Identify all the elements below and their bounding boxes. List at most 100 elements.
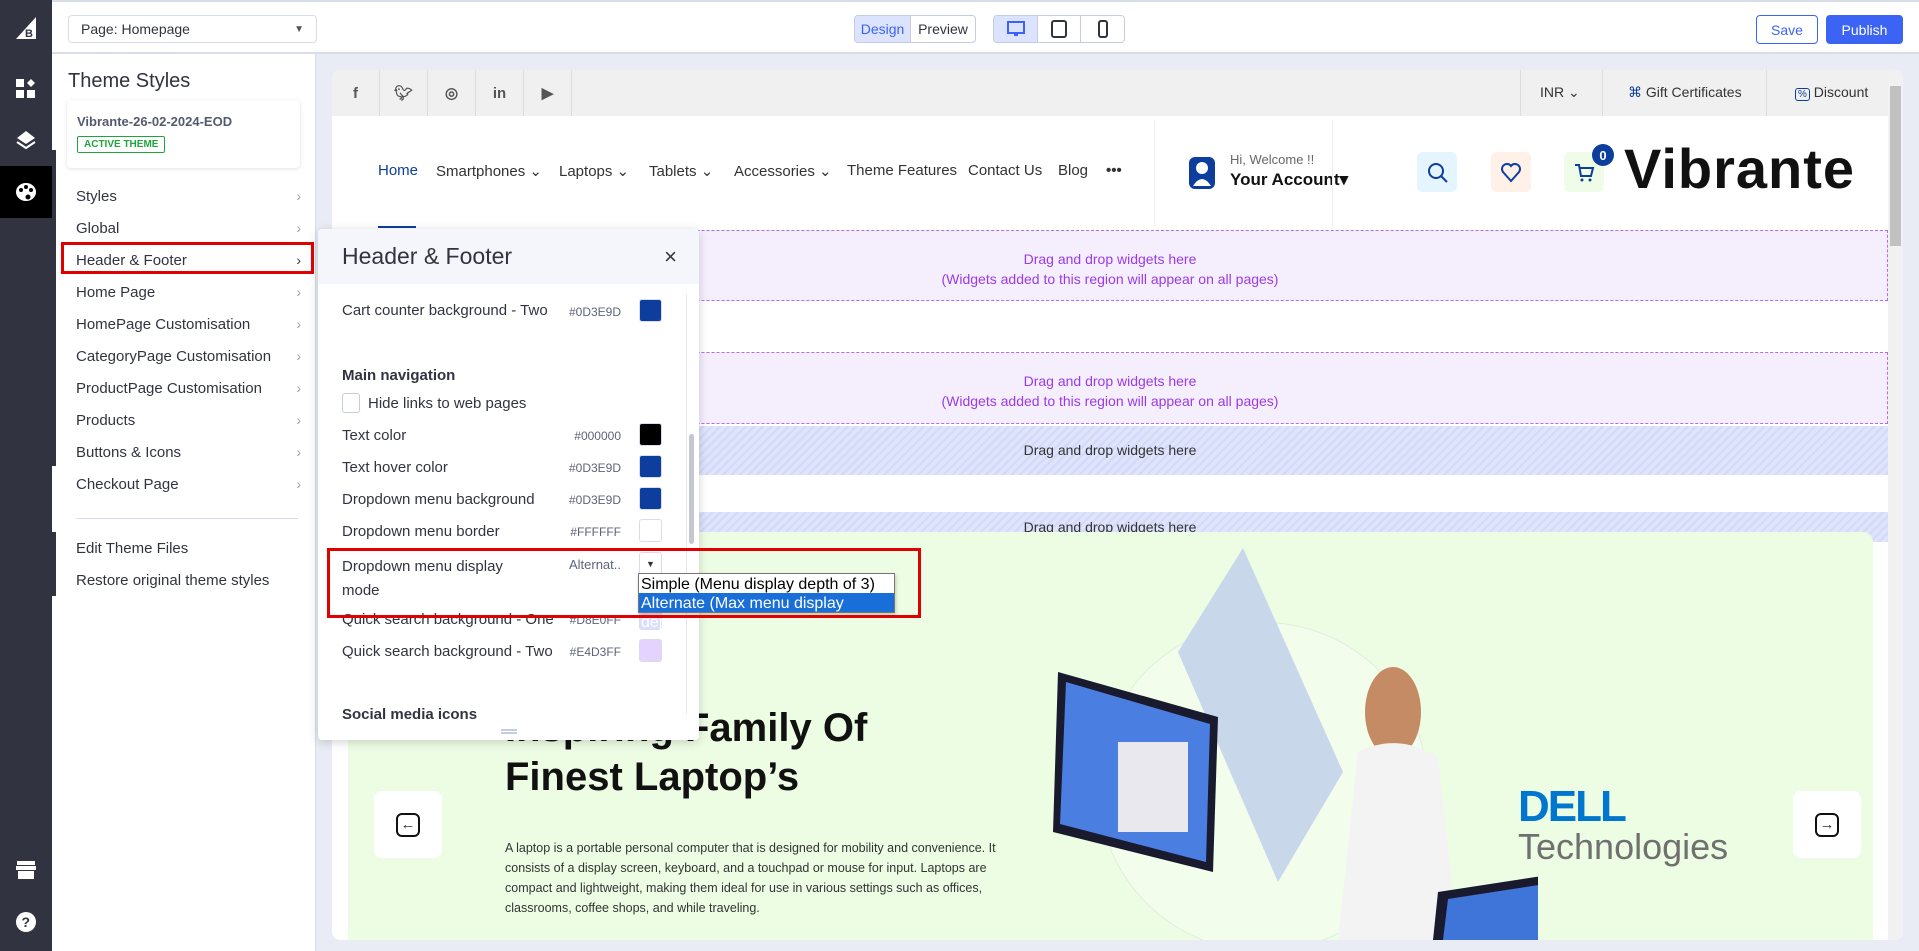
top-bar: Page: Homepage ▼ Design Preview Save Publ… [52, 0, 1919, 54]
active-theme-badge: ACTIVE THEME [77, 136, 166, 153]
theme-styles-sidebar: Theme Styles Vibrante-26-02-2024-EOD ACT… [52, 54, 316, 951]
nav-tablets[interactable]: Tablets ⌄ [649, 162, 713, 180]
prev-slide-button[interactable]: ← [374, 791, 442, 858]
panel-header: Header & Footer × [318, 229, 699, 284]
help-icon[interactable]: ? [0, 902, 52, 942]
nav-theme-features[interactable]: Theme Features [847, 162, 957, 179]
item-label: Buttons & Icons [76, 443, 182, 461]
color-swatch[interactable] [639, 487, 662, 510]
laptop-model-image [1053, 548, 1538, 940]
item-label: Home Page [76, 283, 156, 301]
nav-laptops[interactable]: Laptops ⌄ [559, 162, 629, 180]
tablet-icon[interactable] [1038, 16, 1081, 42]
youtube-icon[interactable]: ▶ [524, 70, 572, 116]
item-label: Styles [76, 187, 117, 205]
preview-mode-button[interactable]: Preview [911, 16, 975, 42]
caret-down-icon: ▼ [294, 23, 304, 35]
divider [1520, 70, 1521, 116]
nav-home[interactable]: Home [378, 162, 418, 179]
desktop-icon[interactable] [994, 16, 1038, 42]
nav-blog[interactable]: Blog [1058, 162, 1088, 179]
linkedin-icon[interactable]: in [476, 70, 524, 116]
chevron-right-icon: › [296, 380, 301, 396]
discount-icon: % [1795, 88, 1810, 101]
sidebar-item-styles[interactable]: Styles › [76, 183, 301, 209]
gift-icon: ⌘ [1628, 84, 1642, 100]
hide-links-label: Hide links to web pages [368, 395, 527, 412]
active-underline [378, 226, 416, 228]
your-account-link[interactable]: Your Account▾ [1230, 170, 1348, 190]
color-swatch[interactable] [639, 455, 662, 478]
mobile-icon[interactable] [1081, 16, 1124, 42]
item-label: ProductPage Customisation [76, 379, 262, 397]
chevron-right-icon: › [296, 284, 301, 300]
nav-smartphones[interactable]: Smartphones ⌄ [436, 162, 542, 180]
instagram-icon[interactable]: ◎ [428, 70, 476, 116]
widgets-icon[interactable] [0, 69, 52, 109]
next-slide-button[interactable]: → [1793, 791, 1861, 858]
hero-description: A laptop is a portable personal computer… [505, 841, 996, 915]
page-select[interactable]: Page: Homepage ▼ [68, 15, 317, 43]
svg-text:B: B [25, 28, 33, 39]
menu-stripe [52, 150, 56, 466]
wishlist-heart-icon[interactable] [1491, 152, 1531, 192]
top-strip: f 🐦︎ ◎ in ▶ INR ⌄ ⌘ Gift Certificates % … [332, 70, 1903, 116]
close-icon[interactable]: × [664, 244, 677, 270]
theme-name: Vibrante-26-02-2024-EOD [77, 114, 233, 129]
gift-certificates-link[interactable]: ⌘ Gift Certificates [1628, 84, 1742, 101]
sidebar-item-homepage-customisation[interactable]: HomePage Customisation › [76, 311, 301, 337]
sidebar-item-checkout-page[interactable]: Checkout Page › [76, 471, 301, 497]
color-swatch[interactable] [639, 519, 662, 542]
nav-accessories[interactable]: Accessories ⌄ [734, 162, 832, 180]
restore-theme-styles-link[interactable]: Restore original theme styles [76, 567, 301, 593]
discount-link[interactable]: % Discount [1795, 84, 1868, 101]
sidebar-item-categorypage-customisation[interactable]: CategoryPage Customisation › [76, 343, 301, 369]
store-logo[interactable]: Vibrante [1624, 136, 1855, 201]
divider [1154, 120, 1155, 226]
layers-icon[interactable] [0, 120, 52, 160]
search-icon[interactable] [1417, 152, 1457, 192]
hero-title-line2: Finest Laptop’s [505, 755, 800, 799]
highlight-box [327, 548, 921, 618]
resize-handle[interactable] [501, 729, 517, 734]
divider [1766, 70, 1767, 116]
sidebar-item-products[interactable]: Products › [76, 407, 301, 433]
account-icon[interactable] [1188, 156, 1216, 194]
storefront-icon[interactable] [0, 850, 52, 890]
header-footer-panel: Header & Footer × Cart counter background… [318, 229, 699, 740]
item-label: Global [76, 219, 120, 237]
publish-button[interactable]: Publish [1826, 15, 1903, 44]
app-rail: B ? [0, 0, 52, 951]
hex-value: #0D3E9D [568, 493, 621, 507]
preview-scrollbar[interactable] [1888, 70, 1903, 940]
color-swatch[interactable] [639, 639, 662, 662]
chevron-right-icon: › [296, 188, 301, 204]
palette-icon[interactable] [0, 166, 52, 218]
nav-more[interactable]: ••• [1106, 162, 1122, 179]
design-mode-button[interactable]: Design [855, 16, 911, 42]
chevron-right-icon: › [296, 476, 301, 492]
edit-theme-files-link[interactable]: Edit Theme Files [76, 535, 301, 561]
dell-logo: DELL [1518, 782, 1627, 831]
sidebar-item-global[interactable]: Global › [76, 215, 301, 241]
item-label: HomePage Customisation [76, 315, 251, 333]
save-button[interactable]: Save [1756, 15, 1818, 44]
page-select-value: Page: Homepage [81, 21, 190, 37]
bigcommerce-logo[interactable]: B [0, 8, 52, 48]
color-swatch[interactable] [639, 299, 662, 322]
divider [1332, 120, 1333, 226]
nav-contact-us[interactable]: Contact Us [968, 162, 1042, 179]
twitter-icon[interactable]: 🐦︎ [380, 70, 428, 116]
panel-scrollbar[interactable] [686, 294, 696, 714]
sidebar-item-buttons-icons[interactable]: Buttons & Icons › [76, 439, 301, 465]
facebook-icon[interactable]: f [332, 70, 380, 116]
chevron-right-icon: › [296, 316, 301, 332]
currency-select[interactable]: INR ⌄ [1540, 84, 1580, 101]
dell-technologies-text: Technologies [1518, 826, 1729, 867]
theme-card: Vibrante-26-02-2024-EOD ACTIVE THEME [67, 100, 300, 168]
arrow-left-icon: ← [396, 812, 420, 837]
sidebar-item-productpage-customisation[interactable]: ProductPage Customisation › [76, 375, 301, 401]
sidebar-item-home-page[interactable]: Home Page › [76, 279, 301, 305]
color-swatch[interactable] [639, 423, 662, 446]
hide-links-checkbox[interactable] [342, 393, 360, 413]
